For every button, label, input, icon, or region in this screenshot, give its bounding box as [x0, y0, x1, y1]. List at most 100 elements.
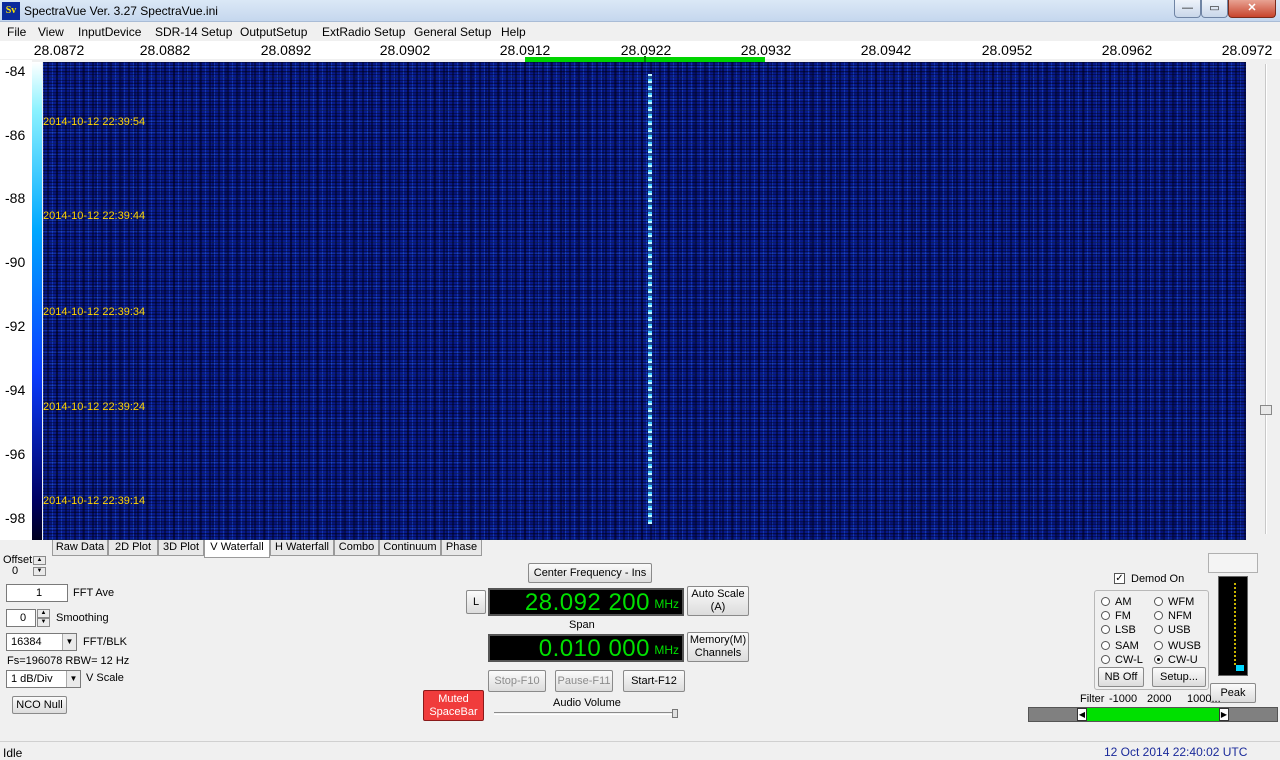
radio-wfm[interactable]: WFM — [1154, 596, 1194, 608]
channels-label: Channels — [694, 647, 742, 659]
offset-spin-down[interactable]: ▼ — [33, 567, 46, 576]
lock-button[interactable]: L — [466, 590, 486, 614]
waterfall-display[interactable]: 2014-10-12 22:39:54 2014-10-12 22:39:44 … — [43, 62, 1246, 540]
signal-meter-scale — [1234, 581, 1236, 665]
tab-phase[interactable]: Phase — [441, 540, 482, 556]
amp-label: -98 — [5, 510, 26, 526]
minimize-button[interactable]: — — [1174, 0, 1201, 18]
auto-scale-button[interactable]: Auto Scale (A) — [687, 586, 749, 616]
tab-v-waterfall[interactable]: V Waterfall — [204, 540, 270, 558]
window-title: SpectraVue Ver. 3.27 SpectraVue.ini — [24, 4, 218, 18]
radio-cw-u[interactable]: CW-U — [1154, 654, 1198, 666]
radio-lsb[interactable]: LSB — [1101, 624, 1136, 636]
radio-label: AM — [1115, 596, 1132, 608]
smoothing-spin-up[interactable]: ▲ — [37, 609, 50, 618]
offset-spin-up[interactable]: ▲ — [33, 556, 46, 565]
span-label: Span — [569, 619, 595, 631]
audio-volume-thumb[interactable] — [672, 709, 678, 718]
smoothing-input[interactable]: 0 — [6, 609, 36, 627]
stop-button[interactable]: Stop-F10 — [488, 670, 546, 692]
audio-volume-label: Audio Volume — [553, 697, 621, 709]
auto-scale-label: Auto Scale — [691, 588, 745, 600]
radio-label: WUSB — [1168, 640, 1201, 652]
smoothing-spin-down[interactable]: ▼ — [37, 618, 50, 627]
menu-general-setup[interactable]: General Setup — [414, 25, 491, 39]
freq-label: 28.0962 — [1101, 42, 1153, 58]
waterfall-timestamp: 2014-10-12 22:39:14 — [43, 495, 146, 507]
fft-ave-input[interactable]: 1 — [6, 584, 68, 602]
amp-label: -86 — [5, 127, 26, 143]
radio-label: SAM — [1115, 640, 1139, 652]
menu-inputdevice[interactable]: InputDevice — [78, 25, 141, 39]
tab-raw-data[interactable]: Raw Data — [52, 540, 108, 556]
radio-wusb[interactable]: WUSB — [1154, 640, 1201, 652]
radio-cw-l[interactable]: CW-L — [1101, 654, 1143, 666]
vscale-value: 1 dB/Div — [11, 673, 53, 685]
maximize-button[interactable]: ▭ — [1201, 0, 1228, 18]
tab-h-waterfall[interactable]: H Waterfall — [270, 540, 334, 556]
demod-on-checkbox[interactable]: ✓ — [1114, 573, 1125, 584]
center-frequency-button[interactable]: Center Frequency - Ins — [528, 563, 652, 583]
fft-blk-select[interactable]: 16384 ▼ — [6, 633, 77, 651]
menu-outputsetup[interactable]: OutputSetup — [240, 25, 307, 39]
radio-dot — [1154, 597, 1163, 606]
menu-help[interactable]: Help — [501, 25, 526, 39]
nb-off-button[interactable]: NB Off — [1098, 667, 1144, 687]
radio-dot — [1101, 625, 1110, 634]
radio-dot — [1101, 597, 1110, 606]
freq-label: 28.0932 — [740, 42, 792, 58]
audio-volume-slider[interactable] — [494, 712, 676, 715]
memory-label: Memory(M) — [689, 634, 747, 646]
menu-file[interactable]: File — [7, 25, 26, 39]
chevron-down-icon[interactable]: ▼ — [62, 634, 76, 650]
tab-3d-plot[interactable]: 3D Plot — [158, 540, 204, 556]
amp-label: -84 — [5, 63, 26, 79]
center-frequency-display[interactable]: 28.092 200 MHz — [488, 588, 684, 616]
close-button[interactable]: ✕ — [1228, 0, 1276, 18]
fft-blk-label: FFT/BLK — [83, 636, 128, 648]
freq-label: 28.0972 — [1221, 42, 1273, 58]
tab-2d-plot[interactable]: 2D Plot — [108, 540, 158, 556]
memory-channels-button[interactable]: Memory(M) Channels — [687, 632, 749, 662]
menu-extradio-setup[interactable]: ExtRadio Setup — [322, 25, 405, 39]
tab-continuum[interactable]: Continuum — [379, 540, 441, 556]
filter-center-value: 2000 — [1147, 693, 1172, 705]
mute-button[interactable]: Muted SpaceBar — [423, 690, 484, 721]
radio-nfm[interactable]: NFM — [1154, 610, 1192, 622]
nco-null-button[interactable]: NCO Null — [12, 696, 67, 714]
vscale-select[interactable]: 1 dB/Div ▼ — [6, 670, 81, 688]
status-datetime: 12 Oct 2014 22:40:02 UTC — [1104, 745, 1248, 759]
start-button[interactable]: Start-F12 — [623, 670, 685, 692]
radio-fm[interactable]: FM — [1101, 610, 1131, 622]
demod-setup-button[interactable]: Setup... — [1152, 667, 1206, 687]
frequency-unit: MHz — [654, 597, 679, 611]
radio-dot-selected — [1154, 655, 1163, 664]
radio-sam[interactable]: SAM — [1101, 640, 1139, 652]
radio-dot — [1101, 641, 1110, 650]
waterfall-speed-slider[interactable] — [1248, 60, 1280, 540]
tab-combo[interactable]: Combo — [334, 540, 379, 556]
span-display[interactable]: 0.010 000 MHz — [488, 634, 684, 662]
slider-thumb[interactable] — [1260, 405, 1272, 415]
radio-usb[interactable]: USB — [1154, 624, 1191, 636]
waterfall-timestamp: 2014-10-12 22:39:44 — [43, 210, 146, 222]
radio-dot — [1154, 611, 1163, 620]
chevron-down-icon[interactable]: ▼ — [66, 671, 80, 687]
filter-bandwidth-bar[interactable]: ◀ ▶ — [1028, 707, 1278, 722]
radio-dot — [1101, 655, 1110, 664]
menu-view[interactable]: View — [38, 25, 64, 39]
amp-label: -96 — [5, 446, 26, 462]
chevron-right-icon[interactable]: ▶ — [1219, 708, 1229, 721]
pause-button[interactable]: Pause-F11 — [555, 670, 613, 692]
freq-label: 28.0882 — [139, 42, 191, 58]
signal-meter — [1218, 576, 1248, 676]
fft-ave-label: FFT Ave — [73, 587, 115, 599]
radio-am[interactable]: AM — [1101, 596, 1132, 608]
filter-bandwidth-fill[interactable] — [1087, 708, 1219, 721]
slider-track — [1265, 64, 1267, 534]
menu-sdr14-setup[interactable]: SDR-14 Setup — [155, 25, 232, 39]
waterfall-timestamp: 2014-10-12 22:39:34 — [43, 306, 146, 318]
span-unit: MHz — [654, 643, 679, 657]
chevron-left-icon[interactable]: ◀ — [1077, 708, 1087, 721]
signal-level-box — [1208, 553, 1258, 573]
